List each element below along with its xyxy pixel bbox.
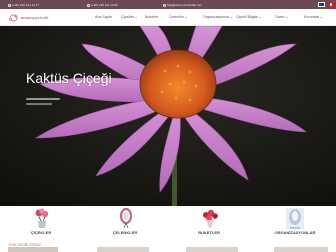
phone-icon	[8, 3, 11, 7]
nav-item-wreaths[interactable]: Çelenkler	[169, 15, 188, 20]
category-flowers-label: ÇİÇEKLER	[30, 230, 52, 235]
email-contact[interactable]: bilgi@arzumcicekcilik.com	[163, 2, 202, 8]
contact-bar: (+90) 216 414 14 77 (+90) 216 111 40 80 …	[0, 0, 336, 9]
chevron-down-icon	[185, 16, 188, 18]
category-organizations[interactable]: ORGANİZASYONLAR	[259, 208, 331, 236]
hero-title: Kaktüs Çiçeği	[26, 70, 112, 86]
nav-home-label: Ana Sayfa	[95, 15, 112, 19]
category-organizations-label: ORGANİZASYONLAR	[274, 230, 316, 235]
nav-item-gallery[interactable]: Galeri	[275, 15, 288, 20]
chevron-down-icon	[285, 16, 288, 18]
logo-text: arzumçiçekçilik	[21, 16, 49, 20]
nav-wreaths-label: Çelenkler	[169, 15, 185, 19]
bouquet-image	[203, 209, 218, 228]
new-products-section: YENİ ÜRÜNLERİMİZ	[0, 240, 336, 252]
product-thumbnail[interactable]	[97, 247, 149, 252]
organization-image	[286, 208, 304, 229]
hero-slider[interactable]: Kaktüs Çiçeği	[0, 26, 336, 206]
email-text: bilgi@arzumcicekcilik.com	[167, 3, 203, 7]
category-bouquets[interactable]: BUKETLER	[179, 208, 239, 236]
hero-flower-image	[0, 26, 336, 206]
nav-item-organizations[interactable]: Organizasyonlar	[203, 15, 233, 20]
product-thumbnail[interactable]	[8, 247, 58, 252]
phone-icon	[87, 3, 90, 7]
category-wreaths-label: ÇELENKLER	[112, 230, 138, 235]
wreath-image	[119, 208, 133, 229]
site-logo[interactable]: arzumçiçekçilik	[8, 12, 58, 23]
nav-bouquets-label: Buketler	[145, 15, 159, 19]
chevron-down-icon	[259, 16, 262, 18]
chevron-down-icon	[230, 16, 233, 18]
turkish-flag-icon[interactable]	[328, 2, 335, 7]
category-strip: ÇİÇEKLER ÇELENKLER BUKETLER ORGANİZASYON…	[0, 206, 336, 236]
category-flowers[interactable]: ÇİÇEKLER	[11, 208, 71, 236]
phone-2-text: (+90) 216 111 40 80	[91, 3, 118, 7]
chevron-down-icon	[320, 16, 323, 18]
logo-suffix: çiçekçilik	[32, 15, 49, 20]
phone-contact-1[interactable]: (+90) 216 414 14 77	[8, 2, 39, 8]
hero-caption-line	[26, 103, 52, 105]
flower-vase-image	[35, 208, 49, 228]
flower-logo-icon	[9, 14, 18, 22]
nav-gallery-label: Galeri	[275, 15, 285, 19]
mail-icon	[163, 3, 166, 7]
hero-caption-line	[26, 98, 60, 100]
category-wreaths[interactable]: ÇELENKLER	[95, 208, 155, 236]
nav-flowers-label: Çiçekler	[121, 15, 134, 19]
nav-item-home[interactable]: Ana Sayfa	[95, 15, 112, 20]
category-bouquets-label: BUKETLER	[198, 230, 220, 235]
phone-contact-2[interactable]: (+90) 216 111 40 80	[87, 2, 118, 8]
nav-item-flower-info[interactable]: Çiçekli Bilgiler	[236, 15, 262, 20]
logo-name: arzum	[21, 15, 33, 20]
english-flag-icon[interactable]	[318, 2, 325, 7]
chevron-down-icon	[134, 16, 137, 18]
product-thumbnail[interactable]	[274, 247, 328, 252]
main-navigation: arzumçiçekçilik Ana Sayfa Çiçekler Buket…	[0, 9, 336, 26]
nav-corporate-label: Kurumsal	[304, 15, 320, 19]
nav-organizations-label: Organizasyonlar	[203, 15, 230, 19]
nav-flower-info-label: Çiçekli Bilgiler	[236, 15, 259, 19]
nav-item-corporate[interactable]: Kurumsal	[304, 15, 323, 20]
nav-item-flowers[interactable]: Çiçekler	[121, 15, 137, 20]
nav-item-bouquets[interactable]: Buketler	[145, 15, 158, 20]
phone-1-text: (+90) 216 414 14 77	[12, 3, 40, 7]
product-thumbnail[interactable]	[186, 247, 238, 252]
